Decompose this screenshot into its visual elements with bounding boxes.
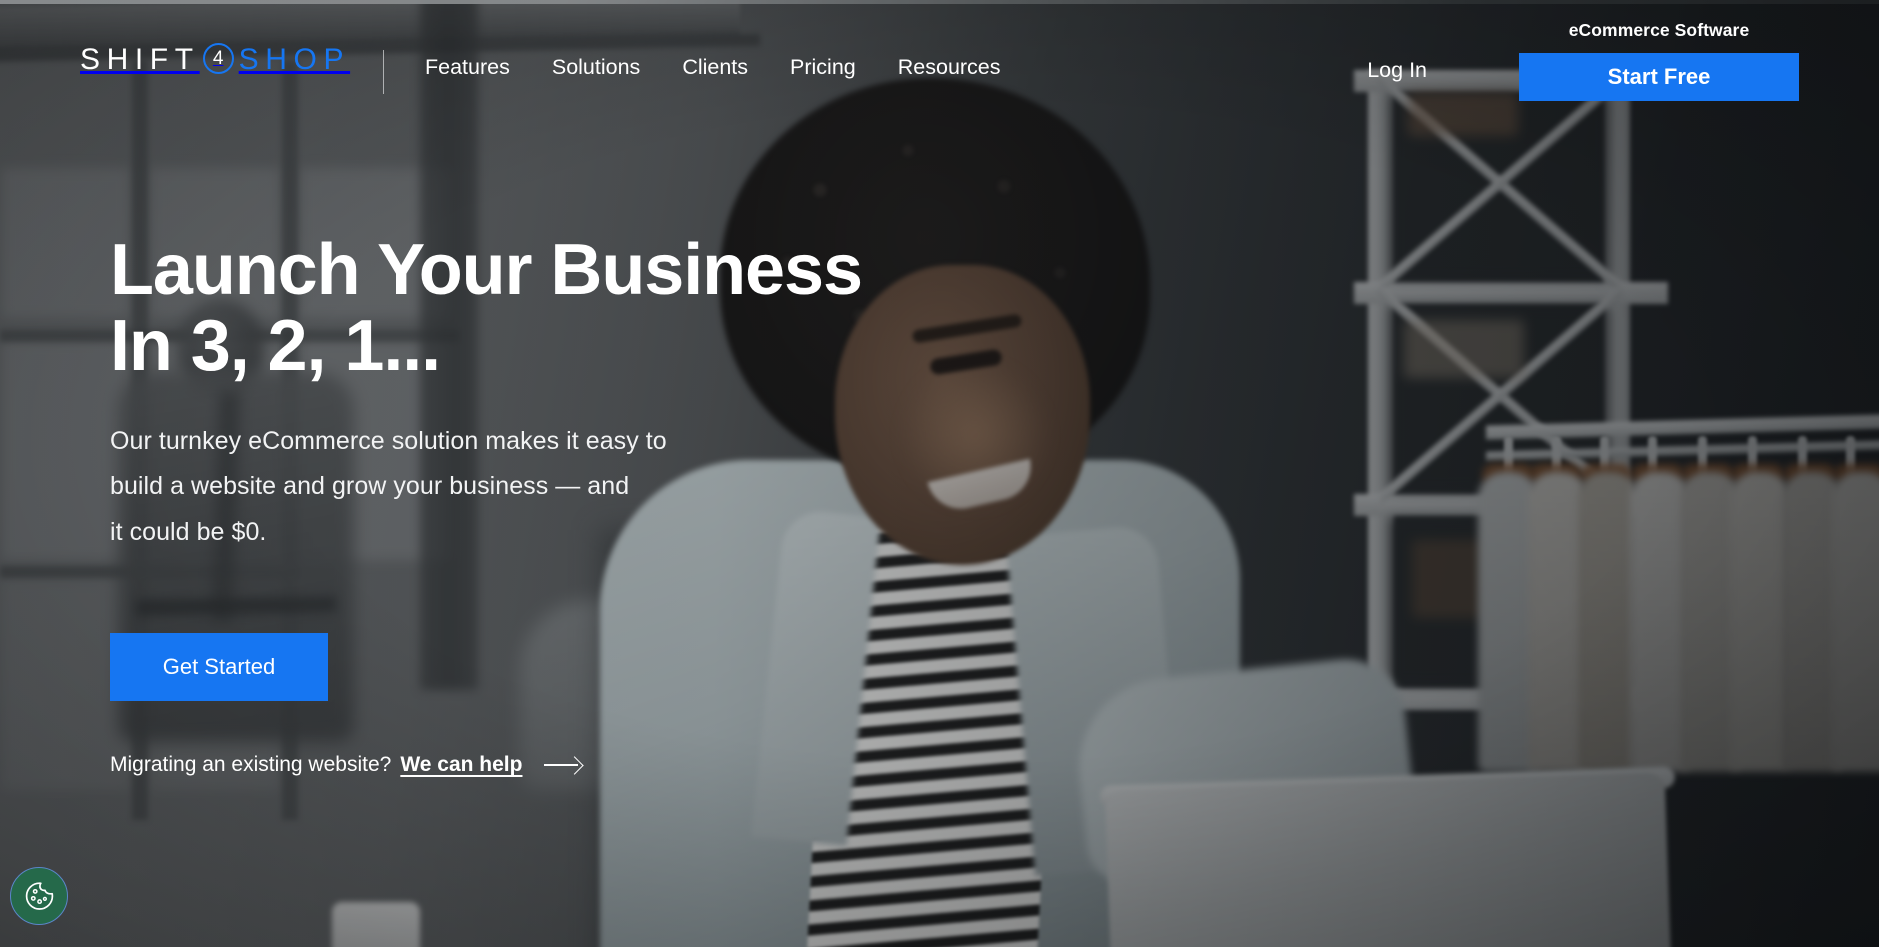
site-logo[interactable]: SHIFT 4 SHOP <box>80 42 351 76</box>
we-can-help-link[interactable]: We can help <box>400 753 522 777</box>
page-title: Launch Your Business In 3, 2, 1... <box>110 232 1010 385</box>
cookie-icon <box>25 882 54 910</box>
headline-line-2: In 3, 2, 1... <box>110 306 441 387</box>
logo-text-shift: SHIFT <box>80 42 200 76</box>
site-header: SHIFT 4 SHOP Features Solutions Clients … <box>0 0 1879 112</box>
logo-badge-four: 4 <box>202 43 234 74</box>
logo-text-shop: SHOP <box>238 42 351 76</box>
get-started-button[interactable]: Get Started <box>110 633 328 702</box>
primary-navigation: Features Solutions Clients Pricing Resou… <box>404 52 1022 82</box>
nav-item-features[interactable]: Features <box>404 52 531 82</box>
cookie-consent-button[interactable] <box>10 867 68 925</box>
migration-question: Migrating an existing website? <box>110 753 392 777</box>
nav-divider <box>383 50 384 94</box>
nav-item-solutions[interactable]: Solutions <box>531 52 661 82</box>
nav-item-pricing[interactable]: Pricing <box>769 52 877 82</box>
login-link[interactable]: Log In <box>1367 58 1427 83</box>
subcopy-line-1: Our turnkey eCommerce solution makes it … <box>110 426 667 455</box>
nav-item-resources[interactable]: Resources <box>877 52 1022 82</box>
hero-section: SHIFT 4 SHOP Features Solutions Clients … <box>0 0 1879 947</box>
migration-prompt: Migrating an existing website? We can he… <box>110 753 1010 777</box>
nav-item-clients[interactable]: Clients <box>661 52 769 82</box>
arrow-right-icon <box>544 756 582 774</box>
hero-description: Our turnkey eCommerce solution makes it … <box>110 419 870 556</box>
hero-copy: Launch Your Business In 3, 2, 1... Our t… <box>110 232 1010 777</box>
subcopy-line-3: it could be $0. <box>110 517 267 546</box>
start-free-button[interactable]: Start Free <box>1519 53 1799 101</box>
ecommerce-software-label: eCommerce Software <box>1568 20 1750 40</box>
subcopy-line-2: build a website and grow your business —… <box>110 472 630 501</box>
headline-line-1: Launch Your Business <box>110 230 863 310</box>
